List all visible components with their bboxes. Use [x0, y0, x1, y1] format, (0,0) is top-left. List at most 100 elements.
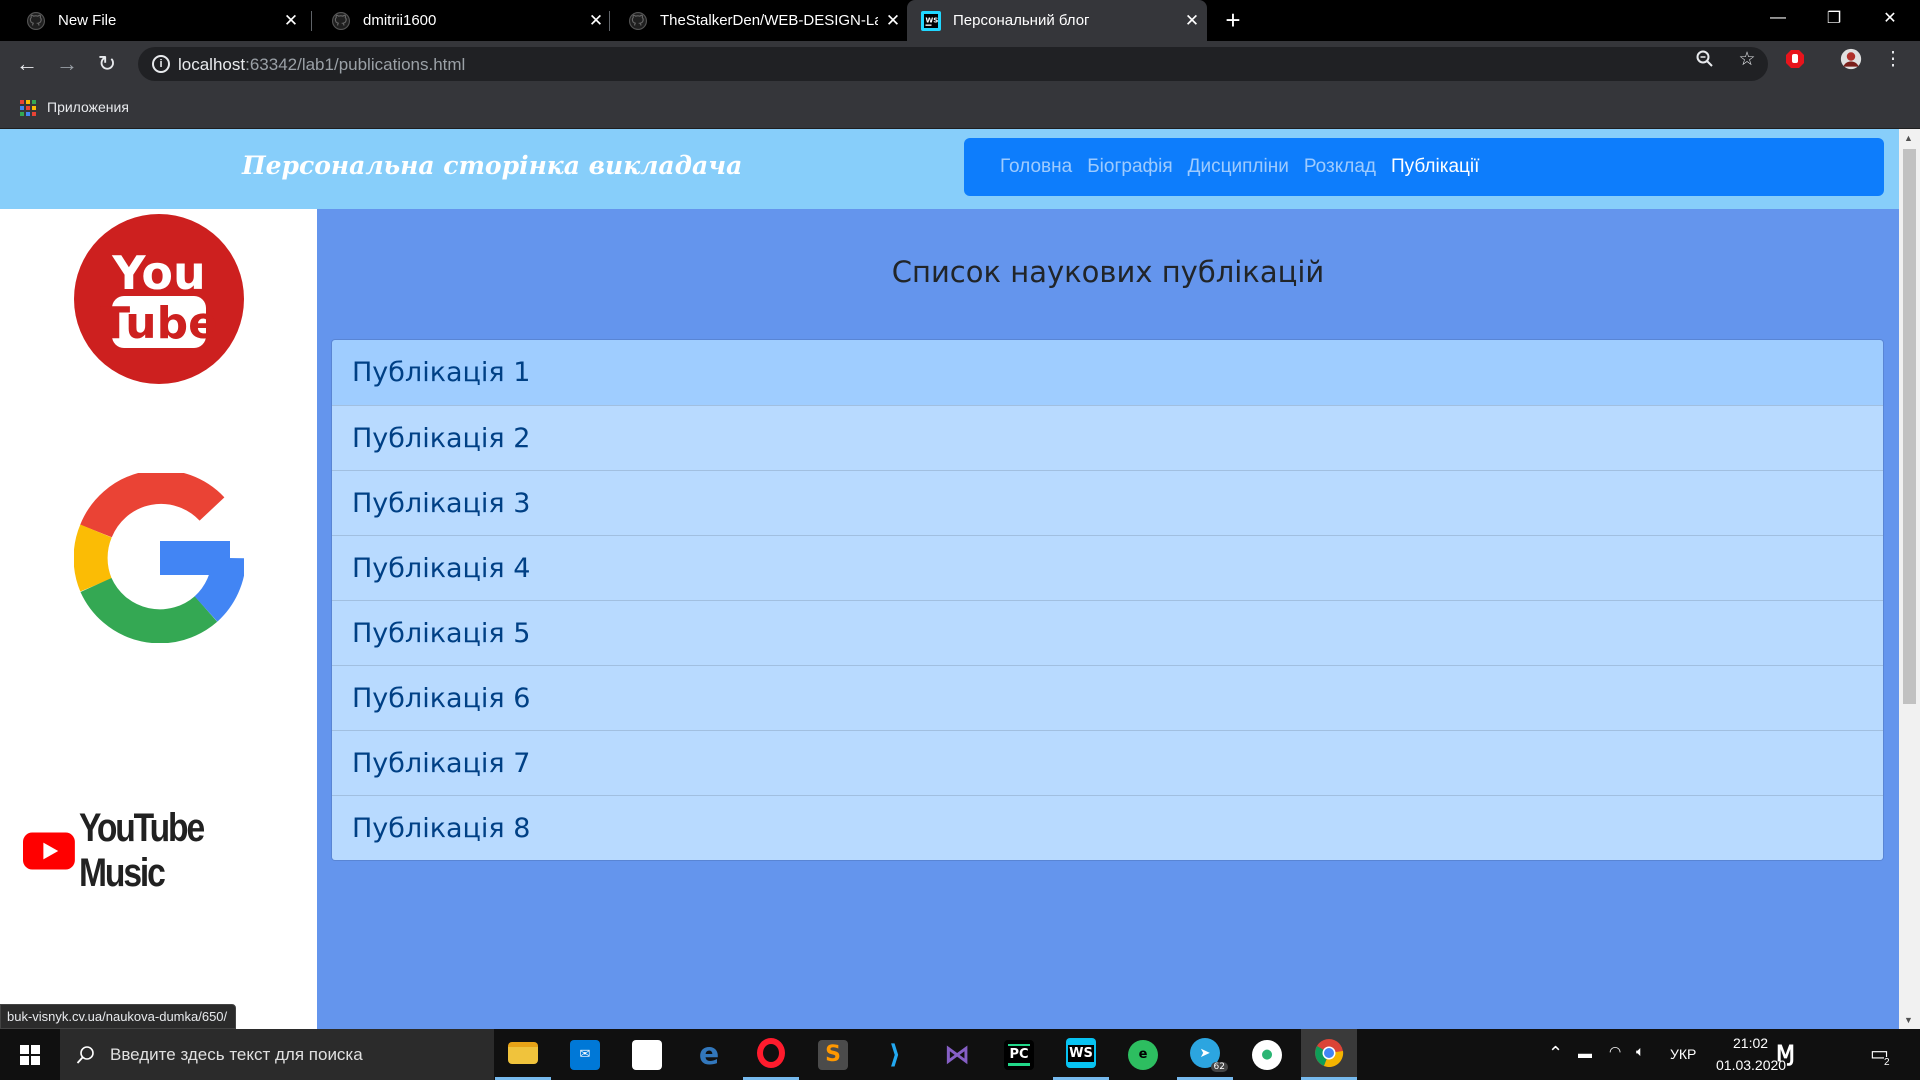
apps-grid-icon[interactable] — [20, 100, 36, 116]
taskbar-app[interactable]: S — [805, 1029, 861, 1080]
taskbar-app[interactable]: ➤ 62 — [1177, 1029, 1233, 1080]
nav-link-home[interactable]: Головна — [1000, 156, 1072, 178]
browser-tab[interactable]: New File ✕ — [0, 0, 306, 41]
windows-taskbar: Введите здесь текст для поиска ✉ e S ⟩ ⋈… — [0, 1029, 1920, 1080]
windows-start-button[interactable] — [0, 1029, 60, 1080]
profile-avatar-icon[interactable] — [1840, 48, 1862, 70]
github-icon — [331, 11, 351, 31]
forward-icon[interactable]: → — [52, 49, 82, 79]
taskbar-app[interactable]: ✉ — [557, 1029, 613, 1080]
taskbar-app[interactable]: e — [681, 1029, 737, 1080]
browser-tab-strip: New File ✕ dmitrii1600 ✕ TheStalkerDen/W… — [0, 0, 1920, 41]
site-title: Персональна сторінка викладача — [242, 151, 743, 180]
nav-link-schedule[interactable]: Розклад — [1304, 156, 1376, 178]
scroll-up-icon[interactable]: ▲ — [1904, 133, 1913, 143]
youtube-play-icon — [23, 832, 75, 870]
menu-kebab-icon[interactable]: ⋮ — [1882, 48, 1904, 70]
taskbar-app[interactable] — [495, 1029, 551, 1080]
telegram-badge: 62 — [1210, 1062, 1228, 1072]
taskbar-search-box[interactable]: Введите здесь текст для поиска — [60, 1029, 494, 1080]
extension-adblock-icon[interactable] — [1784, 48, 1806, 70]
store-icon — [632, 1039, 662, 1070]
close-window-icon[interactable]: ✕ — [1862, 0, 1918, 36]
nav-link-biography[interactable]: Біографія — [1087, 156, 1172, 178]
restore-icon[interactable]: ❐ — [1806, 0, 1862, 36]
taskbar-app[interactable] — [743, 1029, 799, 1080]
nav-link-publications[interactable]: Публікації — [1391, 156, 1479, 178]
close-tab-icon[interactable]: ✕ — [1177, 11, 1207, 31]
taskbar-app[interactable]: e — [1115, 1029, 1171, 1080]
browser-tab[interactable]: dmitrii1600 ✕ — [305, 0, 611, 41]
youtube-logo-text-tube: Tube — [100, 298, 218, 349]
publication-item[interactable]: Публікація 6 — [332, 665, 1883, 730]
close-tab-icon[interactable]: ✕ — [276, 11, 306, 31]
svg-text:WS: WS — [926, 16, 939, 24]
taskbar-app[interactable]: ● — [1239, 1029, 1295, 1080]
new-tab-button[interactable]: + — [1218, 0, 1248, 41]
taskbar-app[interactable]: ⟩ — [867, 1029, 923, 1080]
back-icon[interactable]: ← — [12, 49, 42, 79]
apps-bookmark[interactable]: Приложения — [47, 99, 129, 115]
windows-logo-icon — [20, 1044, 40, 1065]
tab-title: Персональний блог — [953, 12, 1090, 29]
page-viewport: Персональна сторінка викладача Головна Б… — [0, 129, 1899, 1029]
search-placeholder: Введите здесь текст для поиска — [110, 1044, 363, 1064]
taskbar-app[interactable]: PC — [991, 1029, 1047, 1080]
site-info-icon[interactable]: i — [152, 55, 170, 73]
publication-item[interactable]: Публікація 2 — [332, 405, 1883, 470]
publication-item[interactable]: Публікація 3 — [332, 470, 1883, 535]
scroll-down-icon[interactable]: ▼ — [1904, 1015, 1913, 1025]
url-text[interactable]: localhost:63342/lab1/publications.html — [178, 55, 465, 75]
youtube-music-text: YouTube Music — [78, 806, 205, 895]
site-header: Персональна сторінка викладача Головна Б… — [0, 129, 1899, 209]
address-bar[interactable]: i localhost:63342/lab1/publications.html — [138, 47, 1768, 81]
bookmarks-bar: Приложения — [0, 87, 1920, 129]
browser-tab-active[interactable]: WS Персональний блог ✕ — [907, 0, 1207, 41]
reload-icon[interactable]: ↻ — [92, 49, 122, 79]
wifi-icon[interactable]: ◠ — [1609, 1043, 1621, 1060]
clock-time[interactable]: 21:02 — [1733, 1035, 1768, 1051]
zoom-icon[interactable] — [1694, 48, 1716, 70]
youtube-music-logo[interactable]: YouTube Music — [23, 806, 317, 896]
taskbar-app[interactable] — [619, 1029, 675, 1080]
browser-toolbar: ← → ↻ i localhost:63342/lab1/publication… — [0, 41, 1920, 87]
site-nav: Головна Біографія Дисципліни Розклад Пуб… — [964, 138, 1884, 196]
nav-link-disciplines[interactable]: Дисципліни — [1188, 156, 1289, 178]
taskbar-app[interactable]: WS — [1053, 1029, 1109, 1080]
browser-tab[interactable]: TheStalkerDen/WEB-DESIGN-Lab ✕ — [602, 0, 908, 41]
tab-title: TheStalkerDen/WEB-DESIGN-Lab — [660, 12, 878, 29]
language-indicator[interactable]: УКР — [1670, 1046, 1696, 1062]
tab-title: dmitrii1600 — [363, 12, 437, 29]
show-hidden-icons-icon[interactable]: ⌃ — [1548, 1043, 1563, 1064]
link-status-bubble: buk-visnyk.cv.ua/naukova-dumka/650/ — [0, 1004, 237, 1029]
pycharm-icon: PC — [1004, 1039, 1034, 1070]
github-icon — [26, 11, 46, 31]
sublime-text-icon: S — [818, 1039, 848, 1070]
edge-icon: e — [698, 1037, 720, 1072]
publication-item[interactable]: Публікація 4 — [332, 535, 1883, 600]
taskbar-app[interactable]: ⋈ — [929, 1029, 985, 1080]
sidebar: You Tube YouTube Music — [0, 209, 317, 1029]
scrollbar-thumb[interactable] — [1903, 149, 1916, 704]
search-icon — [76, 1045, 94, 1064]
publication-item[interactable]: Публікація 7 — [332, 730, 1883, 795]
taskbar-app[interactable] — [1301, 1029, 1357, 1080]
minimize-icon[interactable]: — — [1750, 0, 1806, 36]
bookmark-star-icon[interactable]: ☆ — [1736, 48, 1758, 70]
close-tab-icon[interactable]: ✕ — [878, 11, 908, 31]
google-logo[interactable] — [74, 473, 244, 643]
evernote-icon: e — [1128, 1039, 1158, 1070]
github-icon — [628, 11, 648, 31]
webstorm-icon: WS — [921, 10, 941, 31]
page-scrollbar[interactable]: ▲ ▼ — [1899, 129, 1920, 1029]
drop-icon: ● — [1252, 1039, 1282, 1070]
telegram-icon: ➤ 62 — [1190, 1038, 1228, 1072]
battery-icon[interactable]: ▬ — [1578, 1045, 1592, 1061]
publication-item[interactable]: Публікація 1 — [332, 340, 1883, 405]
volume-icon[interactable]: 🔈︎ — [1636, 1043, 1644, 1060]
publication-item[interactable]: Публікація 8 — [332, 795, 1883, 860]
youtube-logo[interactable]: You Tube — [74, 214, 244, 384]
mail-icon: ✉ — [570, 1039, 600, 1070]
publication-item[interactable]: Публікація 5 — [332, 600, 1883, 665]
input-method-icon[interactable]: Ɱ — [1776, 1041, 1795, 1067]
